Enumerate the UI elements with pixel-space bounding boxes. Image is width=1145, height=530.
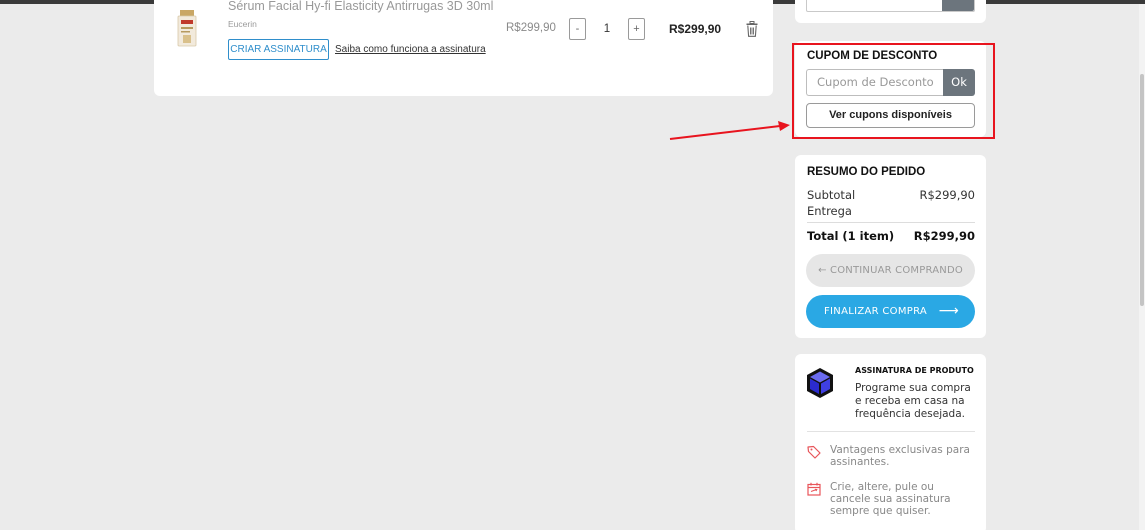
subscription-description: Programe sua compra e receba em casa na … — [855, 382, 971, 420]
benefit-text: Crie, altere, pule ou cancele sua assina… — [830, 481, 951, 517]
cart-item-card: Sérum Facial Hy-fi Elasticity Antirrugas… — [154, 0, 773, 96]
trash-icon[interactable] — [746, 21, 758, 37]
subtotal-label: Subtotal — [807, 188, 856, 202]
page-scrollbar[interactable] — [1139, 4, 1145, 530]
order-summary-card: RESUMO DO PEDIDO Subtotal R$299,90 Entre… — [795, 155, 986, 338]
highlight-box — [792, 43, 995, 139]
subscription-divider — [807, 431, 975, 432]
partial-input-field[interactable] — [806, 0, 975, 12]
total-label: Total (1 item) — [807, 229, 895, 243]
arrow-right-icon: ⟶ — [938, 303, 959, 319]
unit-price: R$299,90 — [506, 22, 556, 34]
summary-divider — [807, 222, 975, 223]
box-3d-icon — [807, 368, 833, 398]
summary-title: RESUMO DO PEDIDO — [807, 166, 926, 178]
scrollbar-thumb[interactable] — [1140, 74, 1144, 306]
product-image[interactable] — [174, 8, 200, 48]
subscription-card: ASSINATURA DE PRODUTO Programe sua compr… — [795, 354, 986, 530]
delivery-label: Entrega — [807, 204, 852, 218]
subtotal-row: Subtotal R$299,90 — [807, 188, 975, 202]
product-name[interactable]: Sérum Facial Hy-fi Elasticity Antirrugas… — [228, 0, 493, 13]
benefit-item: Crie, altere, pule ou cancele sua assina… — [807, 481, 977, 517]
quantity-decrease-button[interactable]: - — [569, 18, 586, 40]
annotation-arrow — [669, 121, 790, 140]
subscription-title: ASSINATURA DE PRODUTO — [855, 366, 974, 375]
partial-input-button[interactable] — [942, 0, 974, 11]
subscription-info-link[interactable]: Saiba como funciona a assinatura — [335, 44, 486, 55]
checkout-button[interactable]: FINALIZAR COMPRA ⟶ — [806, 295, 975, 328]
checkout-label: FINALIZAR COMPRA — [824, 306, 928, 317]
benefit-text: Vantagens exclusivas para assinantes. — [830, 444, 970, 468]
total-row: Total (1 item) R$299,90 — [807, 229, 975, 243]
subtotal-value: R$299,90 — [919, 188, 975, 202]
product-brand: Eucerin — [228, 19, 257, 29]
benefit-item: Vantagens exclusivas para assinantes. — [807, 444, 977, 468]
total-value: R$299,90 — [913, 229, 975, 243]
partial-card-top — [795, 0, 986, 23]
quantity-increase-button[interactable]: + — [628, 18, 645, 40]
delivery-row: Entrega — [807, 204, 975, 218]
tag-icon — [807, 445, 821, 459]
create-subscription-button[interactable]: CRIAR ASSINATURA — [228, 39, 329, 60]
continue-shopping-button[interactable]: ← CONTINUAR COMPRANDO — [806, 254, 975, 287]
quantity-input[interactable]: 1 — [590, 18, 624, 40]
line-total-price: R$299,90 — [669, 22, 722, 36]
calendar-icon — [807, 482, 821, 496]
